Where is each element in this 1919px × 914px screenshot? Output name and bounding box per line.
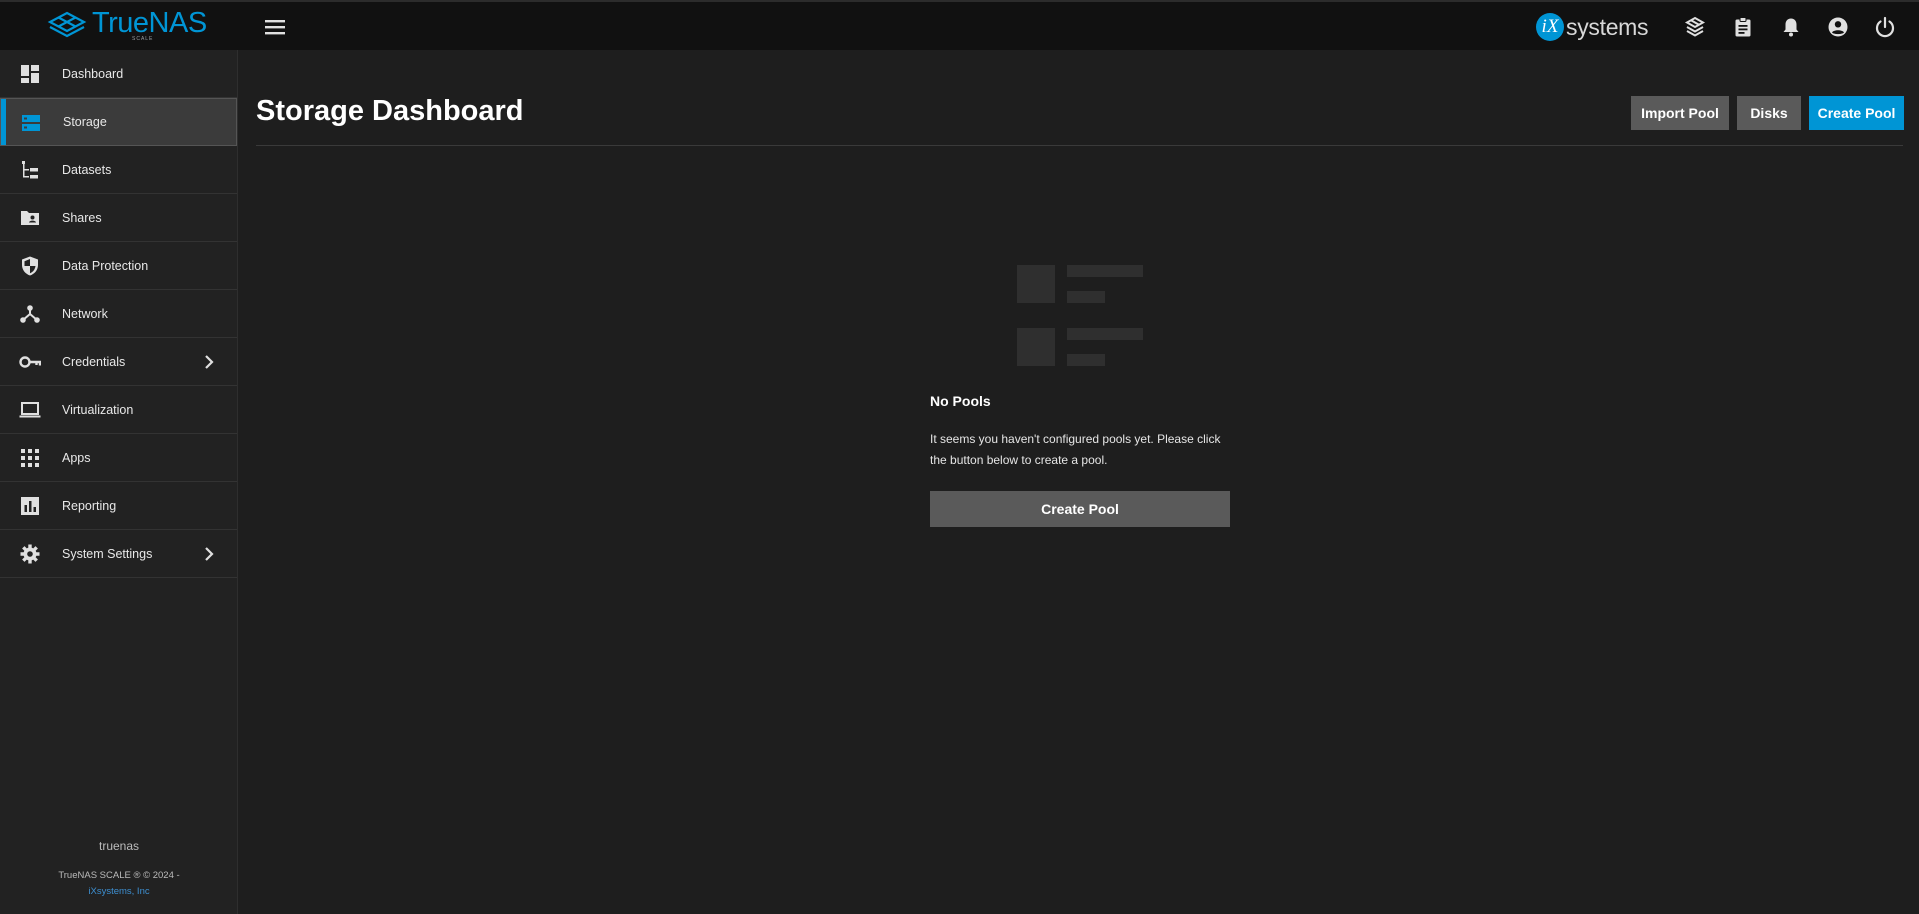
page-title: Storage Dashboard <box>256 95 524 127</box>
network-icon <box>20 305 40 323</box>
sidebar-item-label: Dashboard <box>62 66 124 81</box>
main-content: Storage Dashboard Import Pool Disks Crea… <box>238 50 1919 914</box>
dashboard-icon <box>21 65 39 83</box>
truecommand-icon[interactable] <box>1684 16 1706 38</box>
storage-icon <box>22 115 40 131</box>
empty-state-create-pool-button[interactable]: Create Pool <box>930 491 1230 527</box>
hostname: truenas <box>98 839 140 853</box>
sidebar-item-datasets[interactable]: Datasets <box>0 146 237 194</box>
apps-grid-icon <box>21 449 39 467</box>
sidebar-item-storage[interactable]: Storage <box>0 98 237 146</box>
sidebar-item-label: Reporting <box>62 498 117 513</box>
import-pool-button[interactable]: Import Pool <box>1631 96 1729 130</box>
sidebar-item-label: Virtualization <box>62 402 134 417</box>
copyright-text: TrueNAS SCALE ® © 2024 - <box>58 870 180 881</box>
sidebar-item-reporting[interactable]: Reporting <box>0 482 237 530</box>
power-icon[interactable] <box>1874 16 1896 38</box>
ixsystems-logo[interactable]: iX systems <box>1536 13 1649 41</box>
empty-state-message: It seems you haven't configured pools ye… <box>930 432 1221 467</box>
empty-state-title: No Pools <box>930 393 991 409</box>
sidebar-item-shares[interactable]: Shares <box>0 194 237 242</box>
reporting-icon <box>21 497 39 515</box>
sidebar-item-label: Shares <box>62 210 102 225</box>
sidebar-item-label: Storage <box>63 115 107 129</box>
sidebar-item-apps[interactable]: Apps <box>0 434 237 482</box>
shares-icon <box>21 211 39 225</box>
jobs-icon[interactable] <box>1732 16 1754 38</box>
create-pool-button[interactable]: Create Pool <box>1809 96 1904 130</box>
sidebar-item-label: Data Protection <box>62 258 149 273</box>
key-icon <box>19 356 41 368</box>
company-link[interactable]: iXsystems, Inc <box>0 884 238 900</box>
sidebar-item-dashboard[interactable]: Dashboard <box>0 50 237 98</box>
sidebar: Dashboard Storage Datasets Shares Data P… <box>0 50 238 914</box>
account-icon[interactable] <box>1827 16 1849 38</box>
disks-button[interactable]: Disks <box>1737 96 1801 130</box>
sidebar-item-virtualization[interactable]: Virtualization <box>0 386 237 434</box>
logo-wordmark: TrueNAS <box>92 7 207 39</box>
sidebar-item-system-settings[interactable]: System Settings <box>0 530 237 578</box>
sidebar-item-data-protection[interactable]: Data Protection <box>0 242 237 290</box>
sidebar-item-network[interactable]: Network <box>0 290 237 338</box>
gear-icon <box>20 544 40 564</box>
header-divider <box>256 145 1903 146</box>
sidebar-item-label: Credentials <box>62 354 126 369</box>
sidebar-footer: truenas TrueNAS SCALE ® © 2024 - iXsyste… <box>0 839 238 900</box>
datasets-icon <box>22 161 38 179</box>
notifications-icon[interactable] <box>1780 16 1802 38</box>
chevron-right-icon <box>205 355 214 369</box>
laptop-icon <box>19 402 41 418</box>
empty-list-icon <box>1017 265 1143 366</box>
sidebar-item-label: Apps <box>62 450 91 465</box>
sidebar-item-credentials[interactable]: Credentials <box>0 338 237 386</box>
ix-wordmark: systems <box>1566 13 1649 40</box>
top-toolbar: TrueNAS SCALE iX systems <box>0 0 1919 50</box>
shield-icon <box>22 256 38 276</box>
sidebar-item-label: Network <box>62 306 108 321</box>
truenas-logo-icon <box>47 11 87 38</box>
sidebar-item-label: Datasets <box>62 162 112 177</box>
menu-icon[interactable] <box>263 17 287 37</box>
sidebar-item-label: System Settings <box>62 546 153 561</box>
logo-edition: SCALE <box>132 36 154 42</box>
chevron-right-icon <box>205 547 214 561</box>
truenas-logo[interactable]: TrueNAS SCALE <box>46 8 207 44</box>
ix-mark: iX <box>1536 13 1564 41</box>
